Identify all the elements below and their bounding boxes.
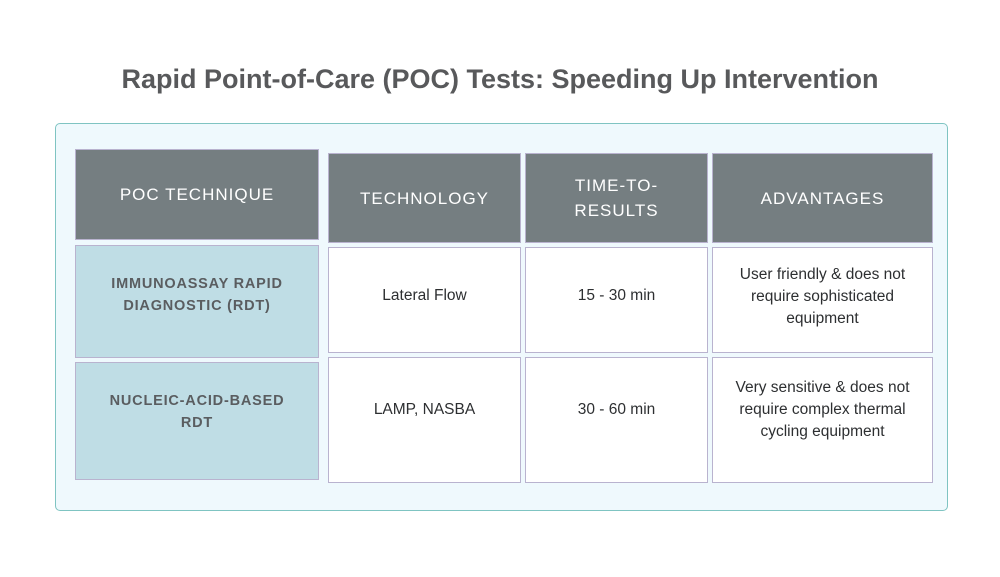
table-cell-advantages: Very sensitive & does not require comple… [712, 357, 933, 483]
header-label: ADVANTAGES [760, 188, 885, 208]
technology-value: Lateral Flow [382, 287, 467, 304]
technique-label: IMMUNOASSAY RAPID DIAGNOSTIC (RDT) [111, 275, 283, 314]
table-row-header: NUCLEIC-ACID-BASED RDT [75, 362, 319, 480]
header-label: POC TECHNIQUE [119, 185, 275, 204]
table-cell-technology: Lateral Flow [328, 247, 521, 353]
table-cell-advantages: User friendly & does not require sophist… [712, 247, 933, 353]
table-row-header: IMMUNOASSAY RAPID DIAGNOSTIC (RDT) [75, 245, 319, 358]
advantages-value: User friendly & does not require sophist… [739, 266, 906, 327]
time-value: 30 - 60 min [577, 401, 656, 418]
header-poc-technique: POC TECHNIQUE [75, 149, 319, 240]
header-advantages: ADVANTAGES [712, 153, 933, 243]
table-cell-technology: LAMP, NASBA [328, 357, 521, 483]
page-title: Rapid Point-of-Care (POC) Tests: Speedin… [121, 64, 879, 94]
table-cell-time: 30 - 60 min [525, 357, 708, 483]
header-label: TIME-TO-RESULTS [574, 176, 659, 220]
time-value: 15 - 30 min [577, 287, 656, 304]
advantages-value: Very sensitive & does not require comple… [735, 379, 910, 440]
table-cell-time: 15 - 30 min [525, 247, 708, 353]
technology-value: LAMP, NASBA [373, 401, 476, 418]
header-technology: TECHNOLOGY [328, 153, 521, 243]
technique-label: NUCLEIC-ACID-BASED RDT [109, 393, 285, 431]
header-time-to-results: TIME-TO-RESULTS [525, 153, 708, 243]
header-label: TECHNOLOGY [359, 188, 490, 208]
